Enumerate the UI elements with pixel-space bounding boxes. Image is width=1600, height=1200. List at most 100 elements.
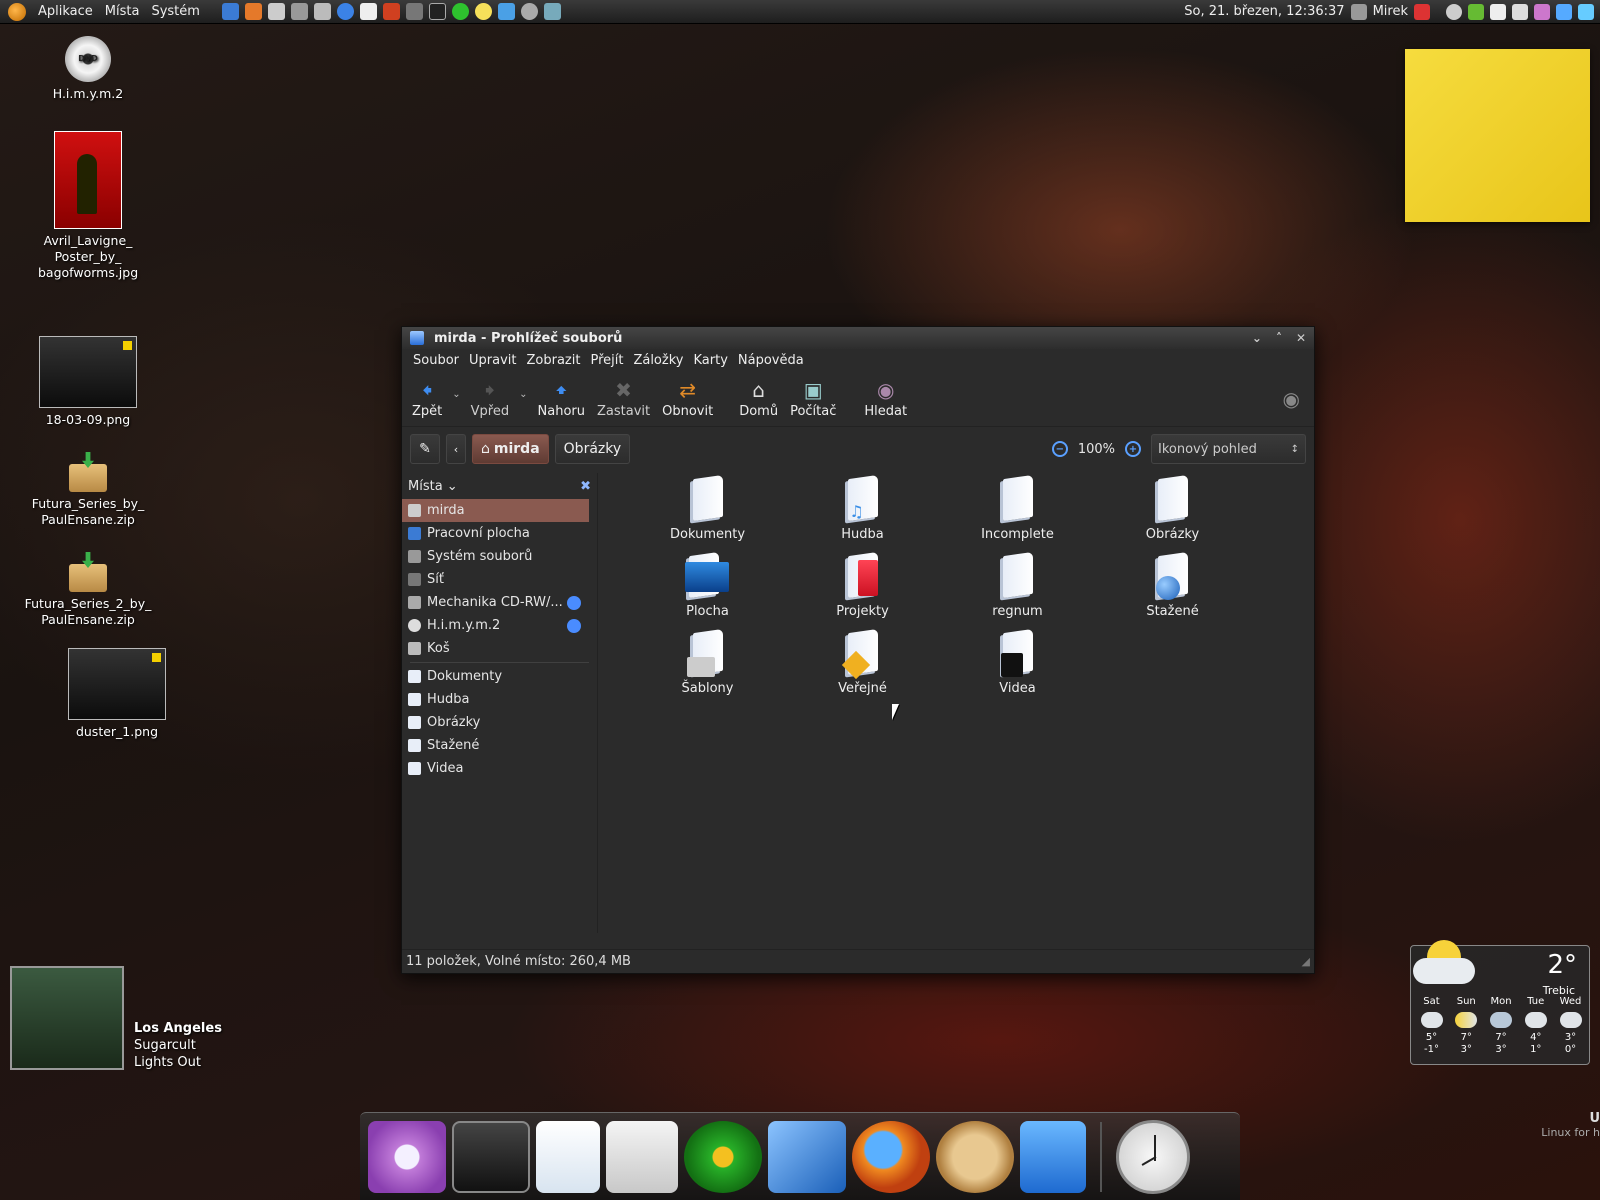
lightbulb-icon[interactable] — [474, 3, 492, 20]
phone-icon[interactable] — [543, 3, 561, 20]
folder-item[interactable]: ♫ Hudba — [785, 477, 940, 554]
maximize-icon[interactable]: ˄ — [1276, 331, 1282, 345]
menu-edit[interactable]: Upravit — [464, 353, 521, 368]
mail-tray-icon[interactable] — [1490, 3, 1506, 20]
clock-text[interactable]: So, 21. březen, 12:36:37 — [1184, 4, 1344, 19]
zoom-in-icon[interactable]: + — [1125, 441, 1141, 457]
network-icon[interactable] — [497, 3, 515, 20]
desktop-icon-zip2[interactable]: Futura_Series_2_by_ PaulEnsane.zip — [18, 552, 158, 628]
gimp-icon[interactable] — [936, 1120, 1014, 1193]
show-desktop-icon[interactable] — [221, 3, 239, 20]
path-button-home[interactable]: ⌂ mirda — [472, 434, 549, 464]
fire-icon[interactable] — [382, 3, 400, 20]
close-sidebar-icon[interactable]: ✖ — [580, 479, 591, 494]
file-manager-icon[interactable] — [1020, 1120, 1086, 1193]
up-button[interactable]: 🠹 Nahoru — [532, 378, 591, 419]
search-button[interactable]: ◉ Hledat — [858, 378, 913, 419]
gnome-foot-icon[interactable] — [8, 2, 26, 21]
menu-view[interactable]: Zobrazit — [521, 353, 585, 368]
back-history-chevron-icon[interactable]: ⌄ — [452, 389, 460, 400]
folder-item[interactable]: regnum — [940, 554, 1095, 631]
sidebar-bookmark-downloads[interactable]: Stažené — [402, 734, 597, 757]
menu-help[interactable]: Nápověda — [733, 353, 809, 368]
lock-icon[interactable] — [1512, 3, 1528, 20]
icq-icon[interactable] — [684, 1120, 762, 1193]
back-button[interactable]: 🠸 Zpět — [406, 378, 448, 419]
sidebar-item-cdrom[interactable]: Mechanika CD-RW/... — [402, 591, 597, 614]
desktop-icon-duster[interactable]: duster_1.png — [62, 648, 172, 740]
menu-system[interactable]: Systém — [145, 4, 205, 19]
menu-applications[interactable]: Aplikace — [32, 4, 99, 19]
gear-icon[interactable] — [520, 3, 538, 20]
forward-history-chevron-icon[interactable]: ⌄ — [519, 389, 527, 400]
system-settings-icon[interactable] — [368, 1120, 446, 1193]
desktop-icon-dvd[interactable]: DVD H.i.m.y.m.2 — [38, 36, 138, 102]
clock-icon[interactable] — [1116, 1119, 1190, 1194]
desktop-icon-zip1[interactable]: Futura_Series_by_ PaulEnsane.zip — [22, 452, 154, 528]
desktop-icon-poster[interactable]: Avril_Lavigne_ Poster_by_ bagofworms.jpg — [24, 131, 152, 281]
sidebar-bookmark-pictures[interactable]: Obrázky — [402, 711, 597, 734]
view-mode-select[interactable]: Ikonový pohled ↕ — [1151, 434, 1306, 464]
forward-button[interactable]: 🠺 Vpřed — [465, 378, 515, 419]
folder-item[interactable]: Videa — [940, 631, 1095, 708]
stop-button[interactable]: ✖ Zastavit — [591, 378, 656, 419]
mail-icon[interactable] — [359, 3, 377, 20]
zoom-out-icon[interactable]: − — [1051, 441, 1068, 457]
path-button-pictures[interactable]: Obrázky — [554, 434, 631, 464]
zoom-level[interactable]: 100% — [1078, 442, 1115, 457]
browser-icon[interactable] — [336, 3, 354, 20]
workspace-icon[interactable] — [290, 3, 308, 20]
text-tool-icon[interactable] — [405, 3, 423, 20]
power-icon[interactable] — [1414, 3, 1430, 20]
window-icon[interactable] — [267, 3, 285, 20]
close-icon[interactable]: ✕ — [1296, 331, 1306, 345]
volume-icon[interactable] — [1578, 3, 1594, 20]
folder-item[interactable]: Plocha — [630, 554, 785, 631]
firefox-icon[interactable] — [244, 3, 262, 20]
menu-go[interactable]: Přejít — [585, 353, 628, 368]
resize-grip-icon[interactable]: ◢ — [1302, 955, 1310, 968]
location-toggle-button[interactable]: ✎ — [410, 434, 440, 464]
star-icon[interactable] — [1534, 3, 1550, 20]
sidebar-item-network[interactable]: Síť — [402, 568, 597, 591]
menu-file[interactable]: Soubor — [408, 353, 464, 368]
desktop-icon-screenshot[interactable]: 18-03-09.png — [30, 336, 146, 428]
home-button[interactable]: ⌂ Domů — [733, 378, 784, 419]
menu-tabs[interactable]: Karty — [688, 353, 732, 368]
folder-item[interactable]: Šablony — [630, 631, 785, 708]
menu-bookmarks[interactable]: Záložky — [628, 353, 688, 368]
sidebar-item-trash[interactable]: Koš — [402, 637, 597, 660]
terminal-icon[interactable] — [428, 3, 446, 20]
folder-item[interactable]: Incomplete — [940, 477, 1095, 554]
firefox-icon[interactable] — [852, 1120, 930, 1193]
window-titlebar[interactable]: mirda - Prohlížeč souborů ⌄ ˄ ✕ — [402, 327, 1314, 349]
folder-item[interactable]: Veřejné — [785, 631, 940, 708]
folder-item[interactable]: Dokumenty — [630, 477, 785, 554]
folder-item[interactable]: Obrázky — [1095, 477, 1250, 554]
sidebar-bookmark-music[interactable]: Hudba — [402, 688, 597, 711]
sidebar-item-desktop[interactable]: Pracovní plocha — [402, 522, 597, 545]
sidebar-item-filesystem[interactable]: Systém souborů — [402, 545, 597, 568]
text-editor-icon[interactable] — [536, 1120, 600, 1193]
path-scroll-left-button[interactable]: ‹ — [446, 434, 466, 464]
minimize-icon[interactable]: ⌄ — [1252, 331, 1262, 345]
window-list-icon[interactable] — [313, 3, 331, 20]
album-cover[interactable] — [10, 966, 124, 1070]
folder-item[interactable]: Stažené — [1095, 554, 1250, 631]
eject-icon[interactable] — [567, 618, 581, 633]
reload-button[interactable]: ⇄ Obnovit — [656, 378, 719, 419]
eject-icon[interactable] — [567, 595, 581, 610]
weather-widget[interactable]: 2° Trebic Sat 5° -1° Sun 7° 3° Mon 7° 3°… — [1410, 940, 1590, 1065]
gparted-icon[interactable] — [606, 1120, 678, 1193]
user-name[interactable]: Mirek — [1373, 4, 1408, 19]
signal-icon[interactable] — [1556, 3, 1572, 20]
menu-places[interactable]: Místa — [99, 4, 146, 19]
sidebar-type-select[interactable]: Místa ⌄ — [408, 479, 458, 494]
disc-tray-icon[interactable] — [1446, 3, 1462, 20]
sidebar-item-home[interactable]: mirda — [402, 499, 589, 522]
sidebar-bookmark-videos[interactable]: Videa — [402, 757, 597, 780]
icq-icon[interactable] — [451, 3, 469, 20]
folder-item[interactable]: Projekty — [785, 554, 940, 631]
computer-button[interactable]: ▣ Počítač — [784, 378, 842, 419]
sidebar-bookmark-documents[interactable]: Dokumenty — [402, 665, 597, 688]
